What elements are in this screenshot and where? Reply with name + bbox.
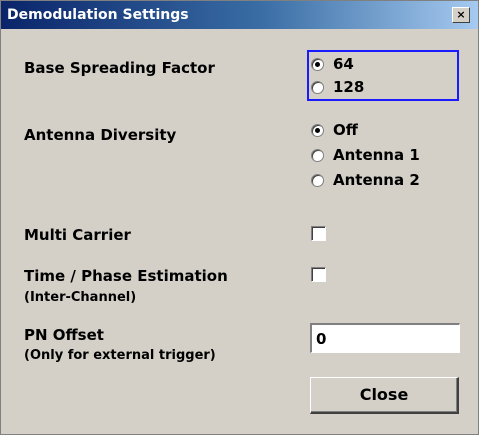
pn-offset-sublabel: (Only for external trigger) [24, 348, 216, 363]
antenna-diversity-label: Antenna Diversity [24, 126, 177, 144]
radio-button-icon [311, 80, 324, 94]
radio-label-64: 64 [333, 54, 354, 73]
close-button[interactable]: Close [310, 377, 459, 414]
radio-label-128: 128 [333, 77, 365, 96]
multi-carrier-label: Multi Carrier [24, 226, 131, 244]
radio-antenna-1[interactable]: Antenna 1 [311, 144, 420, 166]
close-icon[interactable]: × [452, 7, 470, 23]
radio-spreading-64[interactable]: 64 [311, 53, 354, 75]
radio-antenna-off[interactable]: Off [311, 119, 358, 141]
pn-offset-input[interactable] [310, 323, 460, 353]
base-spreading-factor-label: Base Spreading Factor [24, 59, 215, 77]
time-phase-estimation-sublabel: (Inter-Channel) [24, 290, 137, 305]
radio-antenna-2[interactable]: Antenna 2 [311, 169, 420, 191]
radio-label-antenna-2: Antenna 2 [333, 170, 420, 189]
demodulation-settings-dialog: Demodulation Settings × Base Spreading F… [0, 0, 479, 435]
multi-carrier-checkbox[interactable] [311, 226, 326, 241]
radio-button-icon [311, 57, 324, 71]
time-phase-estimation-label: Time / Phase Estimation [24, 267, 228, 285]
radio-label-off: Off [333, 120, 358, 139]
window-title: Demodulation Settings [7, 7, 189, 23]
radio-spreading-128[interactable]: 128 [311, 76, 364, 98]
radio-label-antenna-1: Antenna 1 [333, 145, 420, 164]
title-bar[interactable]: Demodulation Settings × [1, 1, 478, 29]
radio-button-icon [311, 148, 324, 162]
time-phase-estimation-checkbox[interactable] [311, 267, 326, 282]
radio-button-icon [311, 173, 324, 187]
radio-button-icon [311, 123, 324, 137]
pn-offset-label: PN Offset [24, 326, 104, 344]
